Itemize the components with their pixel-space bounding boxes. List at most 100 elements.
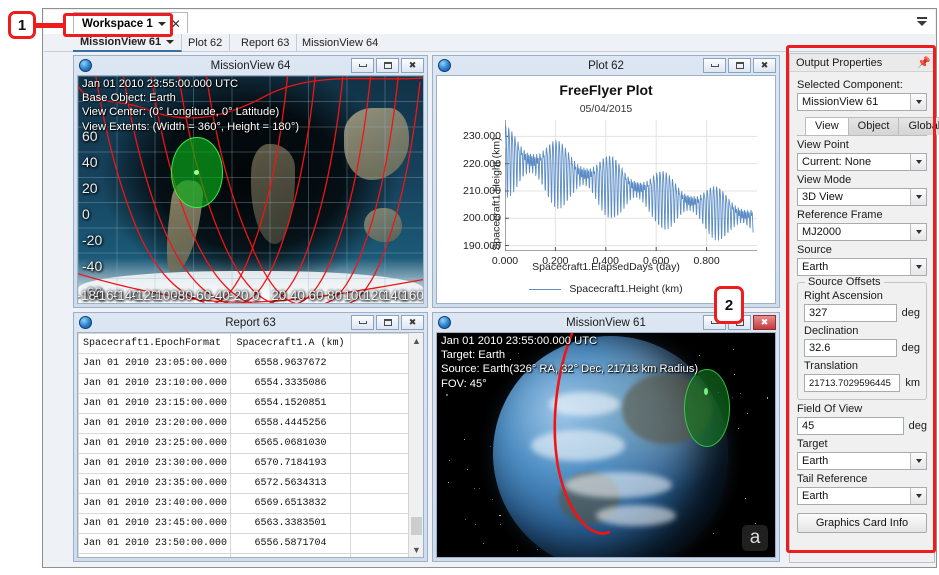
chevron-down-icon[interactable] (910, 189, 926, 205)
chart-y-tick-label: 220.000 (463, 157, 501, 170)
maximize-button[interactable] (376, 58, 399, 73)
window-missionview-61[interactable]: MissionView 61 ✖ a Jan 01 2010 23:55:00.… (432, 312, 780, 562)
field-of-view-input[interactable]: 45 (797, 417, 904, 435)
workspace-tab[interactable]: Workspace 1 ✕ (73, 12, 188, 33)
table-row[interactable]: Jan 01 2010 23:15:00.000 6554.1520851 (78, 393, 408, 414)
view-mode-combo[interactable]: 3D View (797, 188, 927, 206)
column-header-0[interactable]: Spacecraft1.EpochFormat (78, 333, 231, 354)
reference-frame-combo[interactable]: MJ2000 (797, 223, 927, 241)
close-button[interactable]: ✖ (401, 315, 424, 330)
window-buttons: ✖ (351, 315, 424, 330)
workspace-strip-overflow-icon[interactable] (917, 17, 927, 27)
report-scrollbar[interactable]: ▲ ▼ (408, 333, 423, 557)
source-combo[interactable]: Earth (797, 258, 927, 276)
table-cell: 6572.5634313 (230, 473, 351, 494)
table-row[interactable]: Jan 01 2010 23:10:00.000 6554.3335086 (78, 373, 408, 394)
table-cell-spacer (350, 353, 408, 374)
close-button[interactable]: ✖ (401, 58, 424, 73)
table-cell-spacer (350, 453, 408, 474)
tail-reference-value: Earth (802, 490, 829, 502)
close-button[interactable]: ✖ (753, 58, 776, 73)
view-mode-value: 3D View (802, 191, 843, 203)
chevron-down-icon[interactable] (157, 22, 166, 26)
field-of-view-value: 45 (802, 420, 815, 432)
close-button[interactable]: ✖ (753, 315, 776, 330)
window-buttons: ✖ (703, 58, 776, 73)
maximize-button[interactable] (376, 315, 399, 330)
window-content: FreeFlyer Plot 05/04/2015 Spacecraft1.He… (436, 75, 776, 304)
annotation-callout-2: 2 (714, 286, 744, 324)
chart-subtitle: 05/04/2015 (579, 103, 633, 115)
chevron-down-icon[interactable] (910, 488, 926, 504)
graphics-card-info-button[interactable]: Graphics Card Info (797, 513, 927, 533)
translation-input[interactable]: 21713.7029596445 (804, 374, 901, 392)
maximize-button[interactable] (728, 58, 751, 73)
chevron-down-icon[interactable] (910, 453, 926, 469)
source-value: Earth (802, 261, 829, 273)
declination-value: 32.6 (809, 342, 831, 354)
annotation-number: 2 (724, 296, 734, 314)
window-missionview-64[interactable]: MissionView 64 ✖ Jan 01 2010 23:55:00.00… (73, 55, 428, 308)
tab-view[interactable]: View (805, 117, 849, 135)
chart-canvas[interactable]: FreeFlyer Plot 05/04/2015 Spacecraft1.He… (437, 76, 775, 303)
table-row[interactable]: Jan 01 2010 23:35:00.000 6572.5634313 (78, 473, 408, 494)
chart-title: FreeFlyer Plot (559, 82, 653, 98)
window-report-63[interactable]: Report 63 ✖ Spacecraft1.EpochFormat Space… (73, 312, 428, 562)
tail-reference-combo[interactable]: Earth (797, 487, 927, 505)
table-row[interactable]: Jan 01 2010 23:50:00.000 6556.5871704 (78, 533, 408, 554)
table-row[interactable]: Jan 01 2010 23:25:00.000 6565.0681030 (78, 433, 408, 454)
table-row[interactable]: Jan 01 2010 23:30:00.000 6570.7184193 (78, 453, 408, 474)
table-cell-spacer (350, 533, 408, 554)
column-header-1[interactable]: Spacecraft1.A (km) (230, 333, 351, 354)
field-of-view-unit: deg (908, 420, 927, 432)
table-row[interactable]: Jan 01 2010 23:40:00.000 6569.6513832 (78, 493, 408, 514)
tab-report-63[interactable]: Report 63 (234, 34, 298, 52)
latitude-tick: 20 (82, 180, 98, 196)
chevron-down-icon[interactable] (910, 94, 926, 110)
chevron-up-icon[interactable]: ▲ (409, 333, 423, 348)
window-titlebar[interactable]: MissionView 64 ✖ (74, 56, 427, 75)
view-point-label: View Point (797, 139, 849, 151)
report-grid[interactable]: Spacecraft1.EpochFormat Spacecraft1.A (km… (78, 333, 423, 557)
window-titlebar[interactable]: Report 63 ✖ (74, 313, 427, 332)
table-row[interactable]: Jan 01 2010 23:20:00.000 6558.4445256 (78, 413, 408, 434)
tab-missionview-64[interactable]: MissionView 64 (295, 34, 385, 52)
chevron-down-icon[interactable] (910, 259, 926, 275)
declination-input[interactable]: 32.6 (804, 339, 897, 357)
tab-global[interactable]: Global (898, 117, 939, 135)
tab-object[interactable]: Object (847, 117, 900, 135)
target-combo[interactable]: Earth (797, 452, 927, 470)
scrollbar-thumb[interactable] (411, 517, 422, 535)
table-cell: Jan 01 2010 23:40:00.000 (78, 493, 231, 514)
table-cell-spacer (350, 513, 408, 534)
selected-component-combo[interactable]: MissionView 61 (797, 93, 927, 111)
right-ascension-input[interactable]: 327 (804, 304, 897, 322)
table-row[interactable]: Jan 01 2010 23:45:00.000 6563.3383501 (78, 513, 408, 534)
globe-icon (438, 59, 451, 72)
view-point-combo[interactable]: Current: None (797, 153, 927, 171)
chevron-down-icon[interactable]: ▼ (409, 542, 423, 557)
minimize-button[interactable] (703, 58, 726, 73)
tab-missionview-61[interactable]: MissionView 61 (73, 34, 183, 52)
table-row[interactable]: Jan 01 2010 23:55:00.0006552.5584578 (78, 553, 408, 557)
chevron-down-icon[interactable] (910, 154, 926, 170)
pin-icon[interactable]: 📌 (917, 57, 931, 69)
globe-viewport[interactable]: a Jan 01 2010 23:55:00.000 UTC Target: E… (437, 333, 775, 557)
tab-plot-62[interactable]: Plot 62 (181, 34, 231, 52)
window-titlebar[interactable]: Plot 62 ✖ (433, 56, 779, 75)
close-icon[interactable]: ✕ (171, 18, 181, 30)
window-plot-62[interactable]: Plot 62 ✖ FreeFlyer Plot 05/04/2015 Spac… (432, 55, 780, 308)
minimize-button[interactable] (351, 315, 374, 330)
chart-plot-area: 190.000 200.000 210.000 220.000 230.000 0.00… (463, 120, 757, 267)
table-cell-spacer (350, 493, 408, 514)
chevron-down-icon[interactable] (166, 40, 175, 44)
minimize-button[interactable] (351, 58, 374, 73)
table-cell: 6558.4445256 (230, 413, 351, 434)
declination-unit: deg (901, 342, 920, 354)
map-viewport[interactable]: Jan 01 2010 23:55:00.000 UTC Base Object… (78, 76, 423, 303)
target-label: Target (797, 438, 828, 450)
table-cell-spacer (350, 413, 408, 434)
chevron-down-icon[interactable] (910, 224, 926, 240)
chart-y-tick-label: 200.000 (463, 212, 501, 225)
table-row[interactable]: Jan 01 2010 23:05:00.000 6558.9637672 (78, 353, 408, 374)
